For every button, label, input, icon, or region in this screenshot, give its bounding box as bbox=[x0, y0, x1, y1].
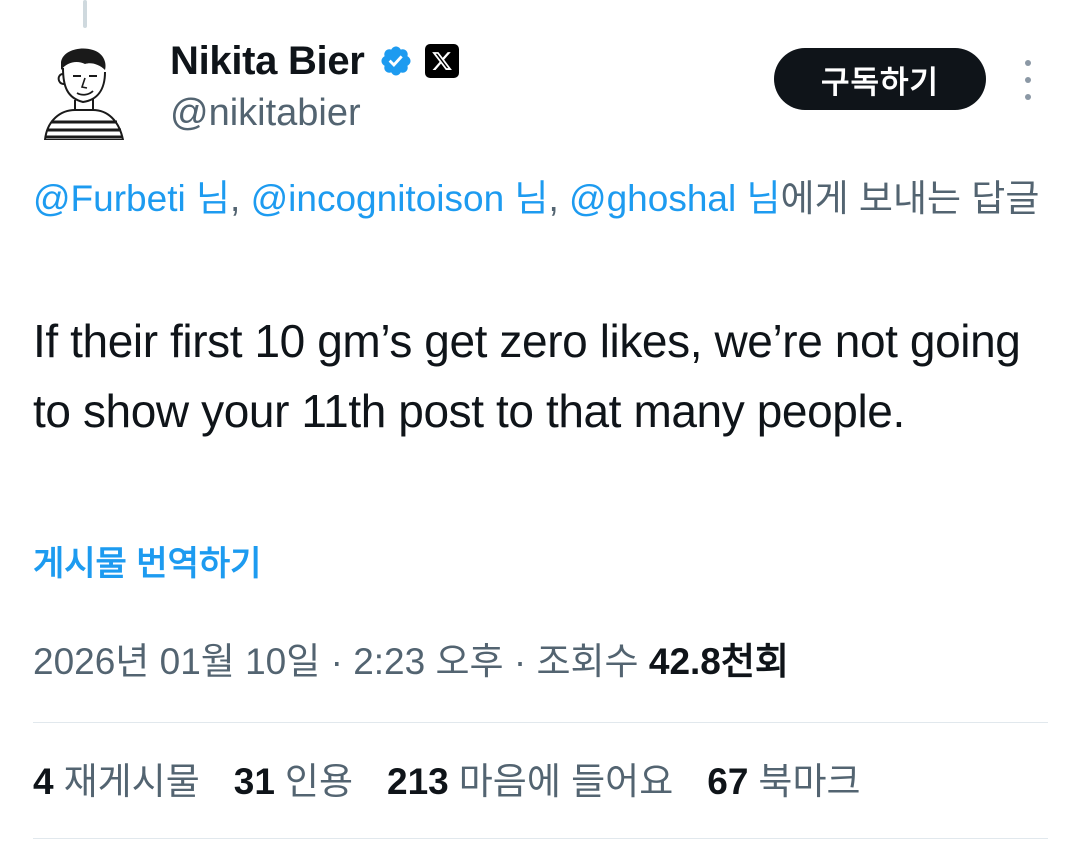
stat-count: 213 bbox=[387, 761, 449, 802]
more-dot bbox=[1025, 94, 1031, 100]
stat-bookmarks[interactable]: 67 북마크 bbox=[707, 752, 860, 812]
display-name[interactable]: Nikita Bier bbox=[170, 36, 365, 86]
stat-likes[interactable]: 213 마음에 들어요 bbox=[387, 752, 673, 812]
views-count: 42.8천회 bbox=[648, 641, 789, 682]
stat-label: 인용 bbox=[284, 761, 353, 802]
tweet-text: If their first 10 gm’s get zero likes, w… bbox=[33, 315, 1021, 437]
stat-label: 마음에 들어요 bbox=[458, 761, 674, 802]
views-label: 조회수 bbox=[536, 641, 639, 682]
author-name-row: Nikita Bier bbox=[170, 36, 459, 86]
stat-count: 4 bbox=[33, 761, 54, 802]
stat-count: 31 bbox=[233, 761, 275, 802]
thread-connector-line bbox=[83, 0, 87, 28]
stat-reposts[interactable]: 4 재게시물 bbox=[33, 752, 200, 812]
stat-quotes[interactable]: 31 인용 bbox=[234, 752, 353, 812]
translate-post-link[interactable]: 게시물 번역하기 bbox=[33, 538, 261, 590]
engagement-stats: 4 재게시물 31 인용 213 마음에 들어요 67 북마크 bbox=[33, 752, 895, 812]
author-info[interactable]: Nikita Bier @nikitabier bbox=[170, 36, 459, 138]
more-vertical-icon[interactable] bbox=[1018, 60, 1038, 100]
stat-label: 북마크 bbox=[758, 761, 861, 802]
subscribe-button[interactable]: 구독하기 bbox=[774, 48, 986, 110]
meta-dot: · bbox=[503, 641, 537, 682]
more-dot bbox=[1025, 77, 1031, 83]
reply-suffix: 에게 보내는 답글 bbox=[780, 178, 1040, 219]
meta-dot: · bbox=[320, 641, 354, 682]
reply-context: @Furbeti 님, @incognitoison 님, @ghoshal 님… bbox=[33, 170, 1043, 228]
avatar[interactable] bbox=[33, 40, 133, 140]
post-time[interactable]: 2:23 오후 bbox=[353, 641, 503, 682]
x-logo-icon[interactable] bbox=[424, 44, 459, 78]
mention-separator: , bbox=[548, 178, 570, 219]
stat-count: 67 bbox=[707, 761, 749, 802]
mention-link[interactable]: @Furbeti 님 bbox=[33, 178, 230, 219]
post-date[interactable]: 2026년 01월 10일 bbox=[33, 641, 320, 682]
handle[interactable]: @nikitabier bbox=[170, 88, 459, 138]
mention-link[interactable]: @incognitoison 님 bbox=[251, 178, 549, 219]
divider bbox=[33, 722, 1048, 723]
mention-link[interactable]: @ghoshal 님 bbox=[569, 178, 781, 219]
stat-label: 재게시물 bbox=[63, 761, 200, 802]
divider bbox=[33, 838, 1048, 839]
more-dot bbox=[1025, 60, 1031, 66]
verified-badge-icon[interactable] bbox=[379, 44, 413, 78]
mention-separator: , bbox=[230, 178, 251, 219]
tweet-meta: 2026년 01월 10일 · 2:23 오후 · 조회수 42.8천회 bbox=[33, 632, 789, 692]
